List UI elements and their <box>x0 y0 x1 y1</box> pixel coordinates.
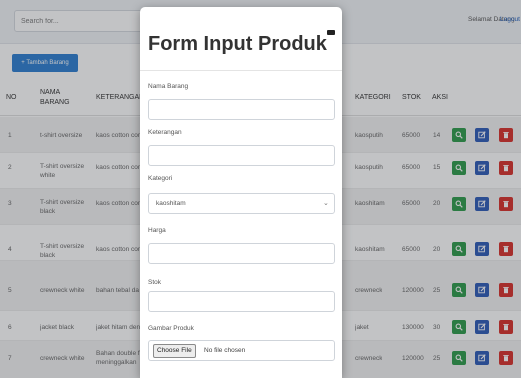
choose-file-button[interactable]: Choose File <box>153 344 196 358</box>
harga-label: Harga <box>148 227 166 234</box>
chevron-down-icon: ⌄ <box>323 200 329 207</box>
product-input-modal: Form Input Produk Nama Barang Keterangan… <box>140 7 342 378</box>
kategori-label: Kategori <box>148 175 173 182</box>
gambar-produk-file-input: Choose File No file chosen <box>148 340 335 361</box>
file-status-text: No file chosen <box>204 347 246 354</box>
stok-label: Stok <box>148 279 162 286</box>
nama-barang-label: Nama Barang <box>148 83 189 90</box>
stok-input[interactable] <box>148 291 335 312</box>
harga-input[interactable] <box>148 243 335 264</box>
modal-divider <box>140 70 342 71</box>
close-icon[interactable] <box>327 30 335 35</box>
kategori-select[interactable]: kaoshitam ⌄ <box>148 193 335 214</box>
kategori-selected-value: kaoshitam <box>156 200 186 207</box>
keterangan-input[interactable] <box>148 145 335 166</box>
modal-title: Form Input Produk <box>148 33 327 55</box>
keterangan-label: Keterangan <box>148 129 182 136</box>
nama-barang-input[interactable] <box>148 99 335 120</box>
gambar-produk-label: Gambar Produk <box>148 325 194 332</box>
